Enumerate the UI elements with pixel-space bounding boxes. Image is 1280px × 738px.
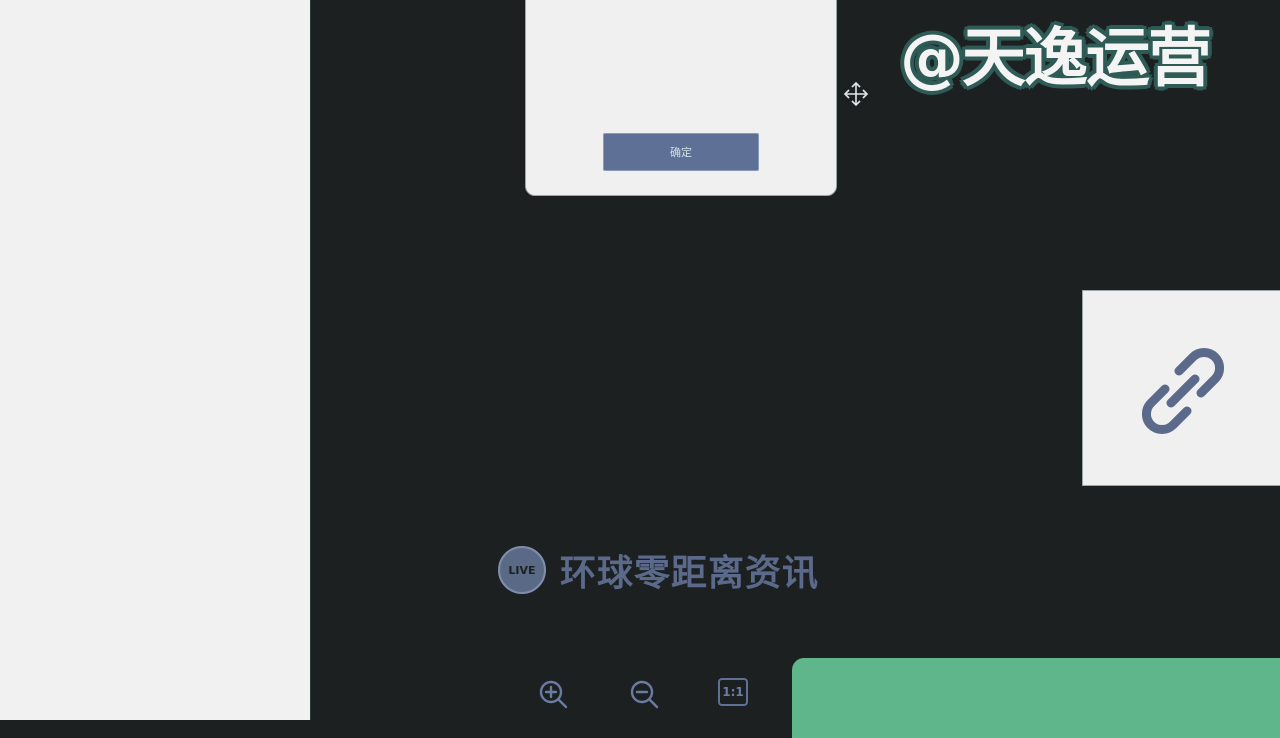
confirm-button[interactable]: 确定 xyxy=(603,133,759,171)
left-panel xyxy=(0,0,311,720)
brand-name: 环球零距离资讯 xyxy=(560,553,820,594)
dialog: 确定 xyxy=(525,0,837,196)
actual-size-button[interactable]: 1:1 xyxy=(718,678,748,706)
footer-panel xyxy=(792,658,1280,738)
zoom-in-button[interactable] xyxy=(535,676,571,712)
link-card[interactable] xyxy=(1082,290,1280,486)
link-icon xyxy=(1141,347,1225,435)
zoom-out-icon xyxy=(630,680,659,709)
brand: LIVE 环球零距离资讯 xyxy=(498,542,819,598)
watermark: @天逸运营 xyxy=(900,22,1212,96)
brand-logo: LIVE xyxy=(498,546,546,594)
zoom-out-button[interactable] xyxy=(626,676,662,712)
zoom-in-icon xyxy=(539,680,568,709)
move-cursor-icon xyxy=(842,80,870,108)
